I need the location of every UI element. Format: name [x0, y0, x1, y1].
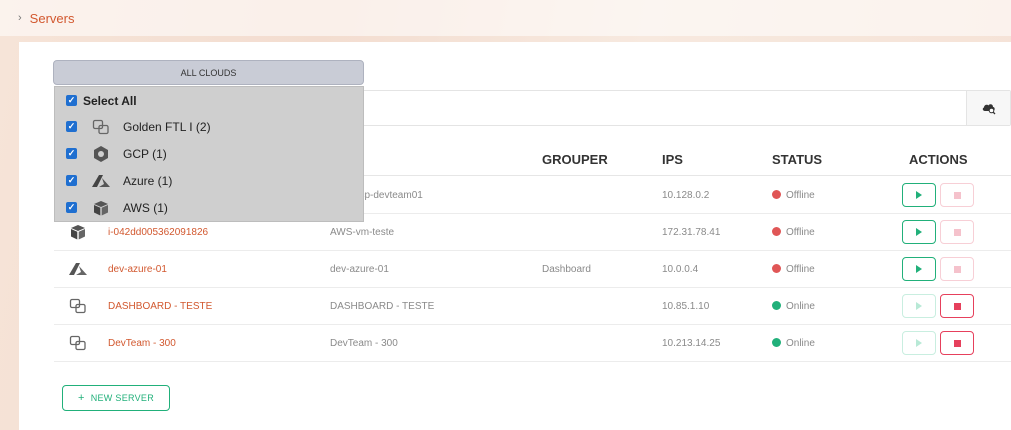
stop-icon: [953, 302, 961, 310]
status-dot-icon: [772, 264, 781, 273]
start-button[interactable]: [902, 220, 936, 244]
select-all-option[interactable]: ✓ Select All: [55, 87, 365, 114]
start-button[interactable]: [902, 257, 936, 281]
cloud-option-label: Azure (1): [123, 173, 173, 188]
start-button[interactable]: [902, 331, 936, 355]
cloud-option-gcp[interactable]: ✓ GCP (1): [55, 140, 365, 167]
cloud-option-label: AWS (1): [123, 200, 168, 215]
all-clouds-dropdown-button[interactable]: ALL CLOUDS: [53, 60, 364, 85]
status-dot-icon: [772, 301, 781, 310]
cloud-option-golden-ftl[interactable]: ✓ Golden FTL I (2): [55, 113, 365, 140]
grouper-value: Dashboard: [542, 264, 591, 275]
search-button[interactable]: [966, 91, 1010, 125]
cloud-search-icon: [982, 104, 995, 115]
cloud-filter-menu: ✓ Select All ✓ Golden FTL I (2) ✓ GCP (1…: [54, 86, 364, 222]
select-all-label: Select All: [83, 93, 137, 108]
server-name[interactable]: dev-azure-01: [108, 264, 167, 275]
breadcrumb: › Servers: [0, 0, 1011, 36]
stop-icon: [953, 228, 961, 236]
stop-icon: [953, 339, 961, 347]
azure-icon: [69, 263, 87, 275]
chevron-right-icon: ›: [18, 12, 22, 24]
status-badge: Offline: [772, 190, 815, 201]
checkbox-checked-icon[interactable]: ✓: [66, 121, 77, 132]
cloud-option-label: Golden FTL I (2): [123, 119, 211, 134]
status-badge: Offline: [772, 264, 815, 275]
server-name[interactable]: DevTeam - 300: [108, 338, 176, 349]
play-icon: [916, 302, 922, 310]
ip-value: 10.85.1.10: [662, 301, 710, 312]
instance-name: AWS-vm-teste: [330, 227, 395, 238]
checkbox-checked-icon[interactable]: ✓: [66, 175, 77, 186]
status-label: Online: [786, 301, 815, 312]
stop-icon: [953, 191, 961, 199]
instance-name: DASHBOARD - TESTE: [330, 301, 435, 312]
aws-icon: [94, 200, 108, 215]
table-row[interactable]: DASHBOARD - TESTE DASHBOARD - TESTE 10.8…: [54, 288, 1011, 325]
stop-icon: [953, 265, 961, 273]
server-name[interactable]: i-042dd005362091826: [108, 227, 208, 238]
status-badge: Online: [772, 301, 815, 312]
play-icon: [916, 265, 922, 273]
table-row[interactable]: DevTeam - 300 DevTeam - 300 10.213.14.25…: [54, 325, 1011, 362]
plus-icon: +: [77, 392, 85, 404]
golden-cloud-icon: [69, 298, 86, 314]
status-badge: Online: [772, 338, 815, 349]
server-name[interactable]: DASHBOARD - TESTE: [108, 301, 212, 312]
column-header-actions: ACTIONS: [909, 152, 968, 167]
status-label: Offline: [786, 227, 815, 238]
azure-icon: [92, 174, 110, 187]
breadcrumb-servers[interactable]: Servers: [30, 11, 75, 26]
golden-cloud-icon: [69, 335, 86, 351]
status-dot-icon: [772, 190, 781, 199]
column-header-status[interactable]: STATUS: [772, 152, 822, 167]
stop-button[interactable]: [940, 220, 974, 244]
play-icon: [916, 228, 922, 236]
checkbox-checked-icon[interactable]: ✓: [66, 148, 77, 159]
golden-cloud-icon: [92, 119, 109, 134]
start-button[interactable]: [902, 294, 936, 318]
status-badge: Offline: [772, 227, 815, 238]
new-server-label: NEW SERVER: [90, 393, 155, 403]
column-header-ips[interactable]: IPS: [662, 152, 683, 167]
status-dot-icon: [772, 227, 781, 236]
stop-button[interactable]: [940, 294, 974, 318]
checkbox-checked-icon[interactable]: ✓: [66, 202, 77, 213]
stop-button[interactable]: [940, 257, 974, 281]
cloud-option-label: GCP (1): [123, 146, 167, 161]
ip-value: 172.31.78.41: [662, 227, 721, 238]
cloud-option-azure[interactable]: ✓ Azure (1): [55, 167, 365, 194]
stop-button[interactable]: [940, 183, 974, 207]
all-clouds-label: ALL CLOUDS: [180, 67, 237, 78]
status-label: Offline: [786, 264, 815, 275]
new-server-button[interactable]: + NEW SERVER: [62, 385, 170, 411]
ip-value: 10.128.0.2: [662, 190, 710, 201]
ip-value: 10.213.14.25: [662, 338, 721, 349]
instance-name: dev-azure-01: [330, 264, 389, 275]
column-header-grouper[interactable]: GROUPER: [542, 152, 608, 167]
play-icon: [916, 339, 922, 347]
instance-name: DevTeam - 300: [330, 338, 398, 349]
aws-icon: [71, 225, 85, 240]
play-icon: [916, 191, 922, 199]
cloud-option-aws[interactable]: ✓ AWS (1): [55, 194, 365, 221]
ip-value: 10.0.0.4: [662, 264, 699, 275]
checkbox-checked-icon[interactable]: ✓: [66, 95, 77, 106]
stop-button[interactable]: [940, 331, 974, 355]
status-label: Online: [786, 338, 815, 349]
status-label: Offline: [786, 190, 815, 201]
table-row[interactable]: dev-azure-01 dev-azure-01 Dashboard 10.0…: [54, 251, 1011, 288]
gcp-icon: [94, 145, 108, 162]
start-button[interactable]: [902, 183, 936, 207]
status-dot-icon: [772, 338, 781, 347]
